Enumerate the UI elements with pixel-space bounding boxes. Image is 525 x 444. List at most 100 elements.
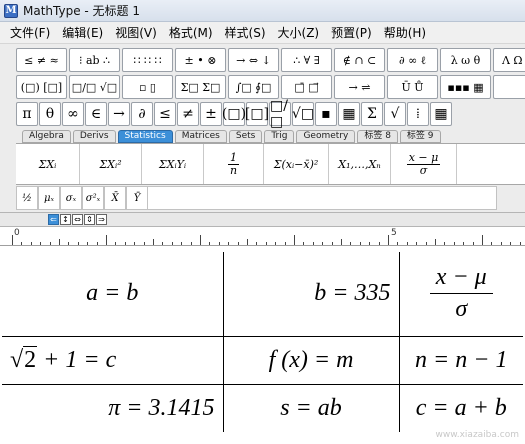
subscript-superscript-palette[interactable]: ▫ ▯ [122, 75, 173, 99]
sum-xy-template[interactable]: ΣXᵢYᵢ [142, 144, 204, 184]
matrix-button[interactable]: ▦ [338, 102, 360, 126]
arrow-symbols-palette[interactable]: → ⇔ ↓ [228, 48, 279, 72]
table-cell[interactable]: f (x) = m [222, 335, 400, 385]
theta-symbol-button[interactable]: θ [39, 102, 61, 126]
half-template[interactable]: ½ [16, 186, 38, 210]
y-bar-template[interactable]: Ȳ [126, 186, 148, 210]
fence-templates-palette[interactable]: (□) [□] [16, 75, 67, 99]
table-cell[interactable]: b = 335 [222, 252, 400, 337]
equation-z-fraction: x − μ σ [429, 264, 493, 324]
ruler-tick [30, 242, 32, 245]
equation-s-equals-ab: s = ab [280, 394, 342, 421]
set-theory-palette[interactable]: ∉ ∩ ⊂ [334, 48, 385, 72]
products-set-palette[interactable]: Ū Ů [387, 75, 438, 99]
greek-uppercase-palette[interactable]: Λ Ω Θ [493, 48, 525, 72]
menu-format[interactable]: 格式(M) [163, 23, 219, 43]
infinity-symbol-button[interactable]: ∞ [62, 102, 84, 126]
radicand: 2 [23, 345, 38, 373]
tab-label-8[interactable]: 标签 8 [357, 130, 398, 143]
tab-label-9[interactable]: 标签 9 [399, 130, 441, 143]
z-score-fraction: x − μ σ [406, 152, 441, 176]
tab-statistics[interactable]: Statistics [117, 130, 173, 143]
right-arrow-button[interactable]: → [108, 102, 130, 126]
ruler-tick [209, 242, 211, 245]
one-over-n-template[interactable]: 1 n [204, 144, 264, 184]
empty-palette-slot[interactable] [493, 75, 525, 99]
table-cell[interactable]: √2 + 1 = c [2, 335, 224, 385]
table-cell[interactable]: x − μ σ [398, 252, 523, 337]
sum-x-template[interactable]: ΣXᵢ [16, 144, 80, 184]
menu-preferences[interactable]: 预置(P) [325, 23, 378, 43]
ruler-tick [397, 242, 399, 245]
sum-button[interactable]: Σ [361, 102, 383, 126]
align-decimal-icon[interactable]: ⇒ [96, 214, 107, 225]
ruler-tick [322, 242, 324, 245]
equation-editing-area[interactable]: a = b b = 335 x − μ σ √2 + 1 = c f (x) =… [0, 246, 525, 444]
ruler-tick [237, 242, 239, 245]
not-equal-button[interactable]: ≠ [177, 102, 199, 126]
mu-x-template[interactable]: μₓ [38, 186, 60, 210]
grid-button[interactable]: ▦ [430, 102, 452, 126]
menu-style[interactable]: 样式(S) [219, 23, 272, 43]
align-relational-icon[interactable]: ⇕ [84, 214, 95, 225]
align-right-icon[interactable]: ⇔ [72, 214, 83, 225]
less-equal-button[interactable]: ≤ [154, 102, 176, 126]
equation-b-equals-335: b = 335 [314, 280, 391, 307]
menu-edit[interactable]: 编辑(E) [56, 23, 109, 43]
vertical-ellipsis-button[interactable]: ⁞ [407, 102, 429, 126]
table-cell[interactable]: π = 3.1415 [2, 383, 224, 432]
fraction-radical-palette[interactable]: □/□ √□ [69, 75, 120, 99]
pi-symbol-button[interactable]: π [16, 102, 38, 126]
partial-derivative-button[interactable]: ∂ [131, 102, 153, 126]
operator-symbols-palette[interactable]: ± • ⊗ [175, 48, 226, 72]
menu-bar: 文件(F) 编辑(E) 视图(V) 格式(M) 样式(S) 大小(Z) 预置(P… [0, 22, 525, 44]
element-of-button[interactable]: ∈ [85, 102, 107, 126]
square-root-button[interactable]: √□ [292, 102, 314, 126]
menu-view[interactable]: 视图(V) [109, 23, 163, 43]
plus-minus-button[interactable]: ± [200, 102, 222, 126]
menu-size[interactable]: 大小(Z) [272, 23, 326, 43]
embellishments-palette[interactable]: ∷ ∷ ∷ [122, 48, 173, 72]
logical-symbols-palette[interactable]: ∴ ∀ ∃ [281, 48, 332, 72]
ruler-tick [482, 235, 483, 245]
x1-to-xn-template[interactable]: X₁,…,Xₙ [329, 144, 391, 184]
fraction-button[interactable]: □/□ [269, 98, 291, 130]
misc-symbols-palette[interactable]: ∂ ∞ ℓ [387, 48, 438, 72]
sum-x-squared-template[interactable]: ΣXᵢ² [80, 144, 142, 184]
tab-derivs[interactable]: Derivs [72, 130, 116, 143]
parentheses-button[interactable]: (□) [222, 102, 246, 126]
sum-squared-deviation-template[interactable]: Σ(xᵢ−x̄)² [264, 144, 329, 184]
ruler[interactable]: 0 5 [0, 226, 525, 246]
align-left-icon[interactable]: ⇐ [48, 214, 59, 225]
underbar-overbar-palette[interactable]: □̄ □⃗ [281, 75, 332, 99]
labeled-arrow-palette[interactable]: → ⇌ [334, 75, 385, 99]
tab-trig[interactable]: Trig [264, 130, 295, 143]
align-center-icon[interactable]: ↕ [60, 214, 71, 225]
table-cell[interactable]: n = n − 1 [398, 335, 523, 385]
tab-matrices[interactable]: Matrices [174, 130, 227, 143]
sigma-squared-x-template[interactable]: σ²ₓ [82, 186, 104, 210]
relational-symbols-palette[interactable]: ≤ ≠ ≈ [16, 48, 67, 72]
radical-button[interactable]: √ [384, 102, 406, 126]
menu-file[interactable]: 文件(F) [4, 23, 56, 43]
z-score-template[interactable]: x − μ σ [391, 144, 457, 184]
brackets-button[interactable]: [□] [245, 102, 269, 126]
spaces-ellipses-palette[interactable]: ⁝ ab ∴ [69, 48, 120, 72]
table-cell[interactable]: a = b [2, 252, 224, 337]
x-bar-template[interactable]: X̄ [104, 186, 126, 210]
menu-help[interactable]: 帮助(H) [378, 23, 432, 43]
sigma-x-template[interactable]: σₓ [60, 186, 82, 210]
summation-templates-palette[interactable]: Σ□ Σ□ [175, 75, 226, 99]
integral-templates-palette[interactable]: ∫□ ∮□ [228, 75, 279, 99]
table-cell[interactable]: s = ab [222, 383, 400, 432]
tab-sets[interactable]: Sets [228, 130, 263, 143]
matrix-templates-palette[interactable]: ▪▪▪ ▦ [440, 75, 491, 99]
statistics-templates: ΣXᵢ ΣXᵢ² ΣXᵢYᵢ 1 n Σ(xᵢ−x̄)² X₁,…,Xₙ x −… [16, 143, 525, 185]
tab-algebra[interactable]: Algebra [22, 130, 71, 143]
tab-geometry[interactable]: Geometry [296, 130, 356, 143]
ruler-tick [59, 239, 60, 245]
greek-lowercase-palette[interactable]: λ ω θ [440, 48, 491, 72]
table-cell[interactable]: c = a + b [398, 383, 523, 432]
table-row: a = b b = 335 x − μ σ [2, 252, 523, 337]
subscript-button[interactable]: ▪ [315, 102, 337, 126]
